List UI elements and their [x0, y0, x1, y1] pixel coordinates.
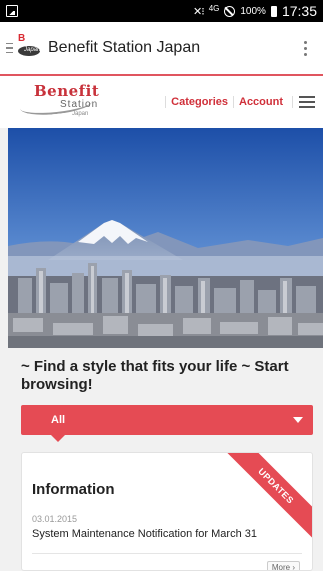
header-nav: Categories Account: [165, 88, 323, 116]
card-heading: Information: [32, 481, 115, 498]
status-bar: ✕⁝ 4G 100% 17:35: [0, 0, 323, 22]
filter-selected-label: All: [51, 414, 66, 426]
app-title: Benefit Station Japan: [48, 39, 201, 56]
site-header: Benefit Station Japan Categories Account: [0, 76, 323, 128]
tagline-heading: ~ Find a style that fits your life ~ Sta…: [21, 358, 289, 393]
brand-sub: Station: [60, 99, 99, 110]
drawer-toggle-icon[interactable]: [6, 42, 13, 54]
more-button[interactable]: More ›: [266, 561, 300, 571]
news-date: 03.01.2015: [32, 514, 78, 524]
brand-logo[interactable]: Benefit Station Japan: [19, 82, 106, 122]
information-card: UPDATES Information 03.01.2015 System Ma…: [21, 452, 313, 571]
overflow-menu-icon[interactable]: [304, 40, 307, 56]
no-signal-icon: [224, 5, 236, 17]
divider: [32, 553, 302, 554]
fuji-skyline-illustration: [8, 128, 323, 348]
hero-image: [8, 128, 323, 348]
gallery-notification-icon: [6, 5, 18, 17]
app-bar: B Japan Benefit Station Japan: [0, 22, 323, 76]
categories-link[interactable]: Categories: [165, 96, 233, 108]
category-filter-dropdown[interactable]: All: [21, 405, 313, 442]
brand-tag: Japan: [72, 111, 89, 117]
battery-percent: 100%: [240, 5, 266, 17]
status-icons: ✕⁝ 4G 100% 17:35: [193, 3, 317, 19]
app-logo-icon: B Japan: [16, 33, 42, 61]
battery-icon: [270, 5, 277, 17]
hamburger-menu-icon[interactable]: [292, 96, 315, 108]
news-item-link[interactable]: System Maintenance Notification for Marc…: [32, 528, 257, 540]
network-type: 4G: [208, 3, 220, 13]
clock: 17:35: [281, 3, 317, 19]
vibrate-mute-icon: ✕⁝: [192, 5, 205, 18]
more-label: More: [271, 563, 291, 571]
dropdown-caret-icon: [293, 417, 303, 423]
account-link[interactable]: Account: [233, 96, 288, 108]
brand-word: Benefit: [34, 82, 100, 100]
